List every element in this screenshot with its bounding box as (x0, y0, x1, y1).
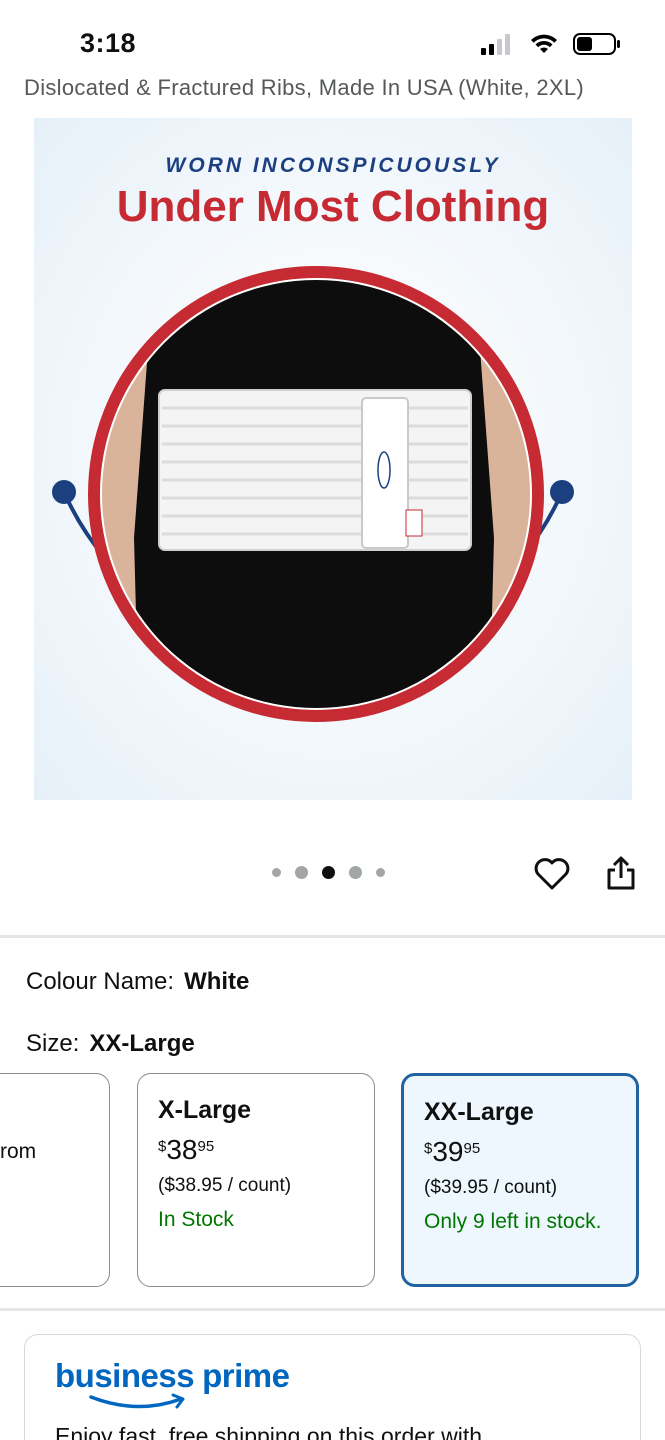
colour-value: White (184, 968, 250, 995)
heart-icon (534, 858, 570, 890)
hero-headline: Under Most Clothing (116, 182, 550, 231)
carousel-dot-2[interactable] (295, 866, 308, 879)
share-button[interactable] (602, 854, 642, 894)
size-option-xx-large[interactable]: XX-Large $ 39 95 ($39.95 / count) Only 9… (401, 1073, 639, 1287)
price-fraction: 95 (197, 1138, 215, 1155)
battery-icon (573, 33, 620, 55)
signal-icon (481, 34, 510, 55)
size-option-partial[interactable] (0, 1073, 110, 1287)
business-prime-text: Enjoy fast, free shipping on this order … (55, 1423, 483, 1440)
size-row: Size: XX-Large (26, 1030, 195, 1058)
status-icons (481, 32, 621, 56)
size-label: Size: (26, 1030, 80, 1057)
share-icon (607, 856, 635, 890)
hero-kicker: WORN INCONSPICUOUSLY (165, 154, 501, 177)
size-option-price: $ 39 95 (424, 1137, 616, 1167)
carousel-dot-3[interactable] (322, 866, 335, 879)
colour-label: Colour Name: (26, 968, 175, 995)
size-option-price: $ 38 95 (158, 1135, 354, 1165)
price-whole: 39 (432, 1136, 464, 1167)
price-whole: 38 (166, 1134, 198, 1165)
size-option-partial-text: rom (0, 1140, 37, 1163)
status-time: 3:18 (80, 28, 137, 58)
carousel-dot-4[interactable] (349, 866, 362, 879)
business-prime-logo-part1: business (55, 1357, 195, 1394)
carousel-dot-1[interactable] (272, 868, 281, 877)
size-option-x-large[interactable]: X-Large $ 38 95 ($38.95 / count) In Stoc… (137, 1073, 375, 1287)
unit-price: ($38.95 / count) (158, 1175, 292, 1196)
size-value: XX-Large (89, 1030, 195, 1057)
stock-status: In Stock (158, 1208, 234, 1231)
section-divider (0, 935, 665, 938)
business-prime-card[interactable]: business prime Enjoy fast, free shipping … (24, 1334, 641, 1440)
section-divider (0, 1308, 665, 1311)
price-symbol: $ (424, 1140, 433, 1157)
amazon-smile-icon (89, 1393, 185, 1409)
wishlist-button[interactable] (532, 854, 572, 894)
colour-row: Colour Name: White (26, 968, 249, 996)
stock-status: Only 9 left in stock. (424, 1210, 602, 1233)
price-symbol: $ (158, 1138, 167, 1155)
business-prime-logo: business prime (55, 1357, 290, 1395)
wifi-icon (531, 34, 557, 53)
business-prime-logo-part2: prime (202, 1357, 290, 1394)
unit-price: ($39.95 / count) (424, 1177, 558, 1198)
carousel-dot-5[interactable] (376, 868, 385, 877)
price-fraction: 95 (463, 1140, 481, 1157)
size-option-name: X-Large (158, 1096, 252, 1124)
carousel-indicator[interactable] (272, 866, 385, 879)
product-image[interactable]: WORN INCONSPICUOUSLY Under Most Clothing (34, 118, 632, 800)
status-bar: 3:18 (0, 0, 665, 80)
product-title: Dislocated & Fractured Ribs, Made In USA… (24, 75, 585, 100)
size-option-name: XX-Large (424, 1098, 534, 1126)
